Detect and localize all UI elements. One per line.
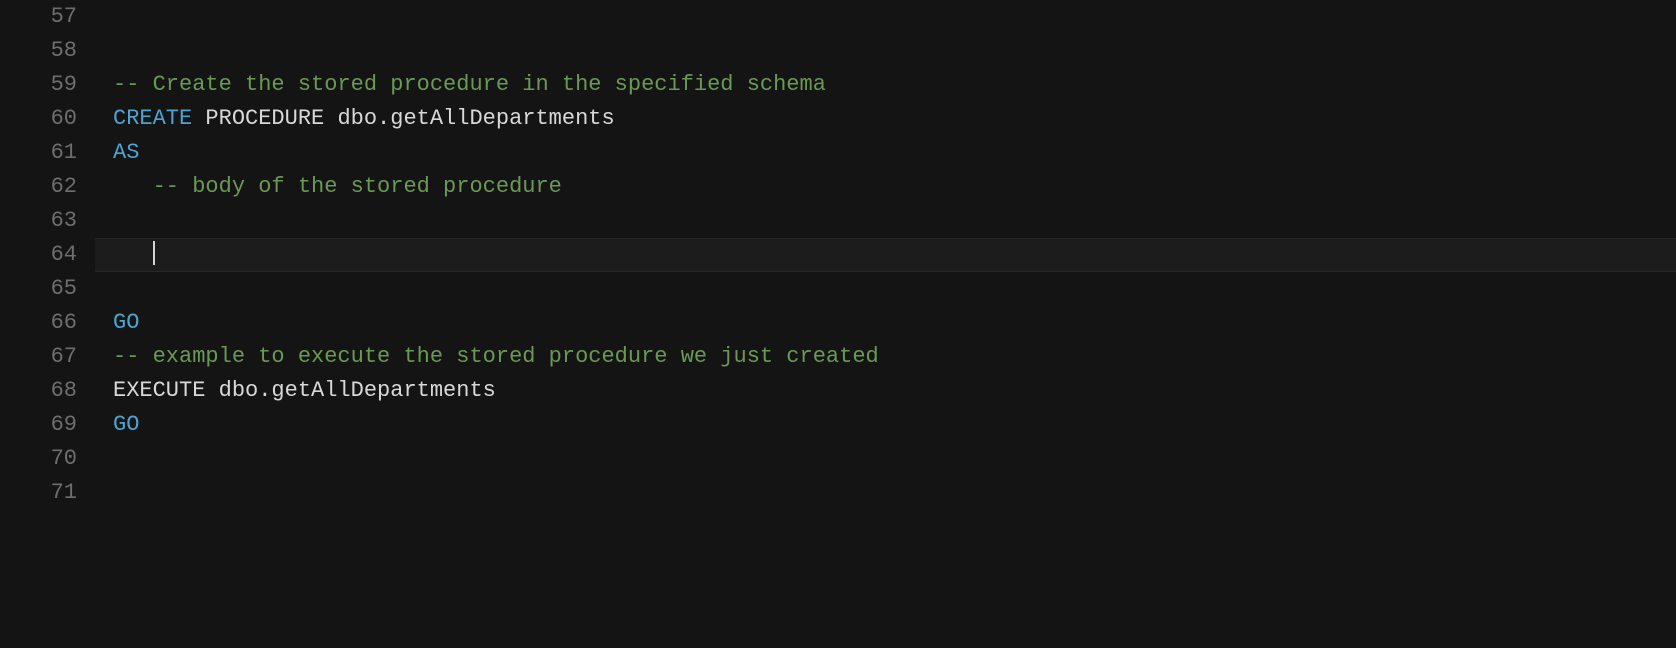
code-token: -- body of the stored procedure xyxy=(153,174,562,199)
line-number: 58 xyxy=(0,34,77,68)
code-line[interactable]: GO xyxy=(95,306,1676,340)
line-number: 59 xyxy=(0,68,77,102)
line-number: 57 xyxy=(0,0,77,34)
code-line[interactable]: EXECUTE dbo.getAllDepartments xyxy=(95,374,1676,408)
code-line[interactable]: -- Create the stored procedure in the sp… xyxy=(95,68,1676,102)
line-number: 61 xyxy=(0,136,77,170)
code-line[interactable] xyxy=(95,204,1676,238)
code-line[interactable]: AS xyxy=(95,136,1676,170)
code-token: PROCEDURE dbo.getAllDepartments xyxy=(192,106,614,131)
line-number: 65 xyxy=(0,272,77,306)
code-line[interactable] xyxy=(95,34,1676,68)
line-number-gutter: 575859606162636465666768697071 xyxy=(0,0,95,648)
line-number: 62 xyxy=(0,170,77,204)
minimap[interactable] xyxy=(1546,0,1676,648)
code-line[interactable] xyxy=(95,0,1676,34)
line-number: 64 xyxy=(0,238,77,272)
code-line[interactable]: GO xyxy=(95,408,1676,442)
line-number: 60 xyxy=(0,102,77,136)
code-token: AS xyxy=(113,140,139,165)
code-token xyxy=(113,174,153,199)
line-number: 71 xyxy=(0,476,77,510)
code-token: -- Create the stored procedure in the sp… xyxy=(113,72,826,97)
line-number: 68 xyxy=(0,374,77,408)
code-token xyxy=(113,242,153,267)
text-cursor xyxy=(153,241,155,265)
line-number: 70 xyxy=(0,442,77,476)
line-number: 67 xyxy=(0,340,77,374)
code-line[interactable] xyxy=(95,238,1676,272)
line-number: 63 xyxy=(0,204,77,238)
code-token: CREATE xyxy=(113,106,192,131)
code-area[interactable]: -- Create the stored procedure in the sp… xyxy=(95,0,1676,648)
code-editor[interactable]: 575859606162636465666768697071 -- Create… xyxy=(0,0,1676,648)
code-line[interactable] xyxy=(95,272,1676,306)
code-line[interactable] xyxy=(95,476,1676,510)
code-token: -- example to execute the stored procedu… xyxy=(113,344,879,369)
line-number: 69 xyxy=(0,408,77,442)
code-line[interactable] xyxy=(95,442,1676,476)
code-token: EXECUTE dbo.getAllDepartments xyxy=(113,378,496,403)
code-line[interactable]: -- example to execute the stored procedu… xyxy=(95,340,1676,374)
line-number: 66 xyxy=(0,306,77,340)
code-line[interactable]: -- body of the stored procedure xyxy=(95,170,1676,204)
code-line[interactable]: CREATE PROCEDURE dbo.getAllDepartments xyxy=(95,102,1676,136)
code-token: GO xyxy=(113,412,139,437)
code-token: GO xyxy=(113,310,139,335)
